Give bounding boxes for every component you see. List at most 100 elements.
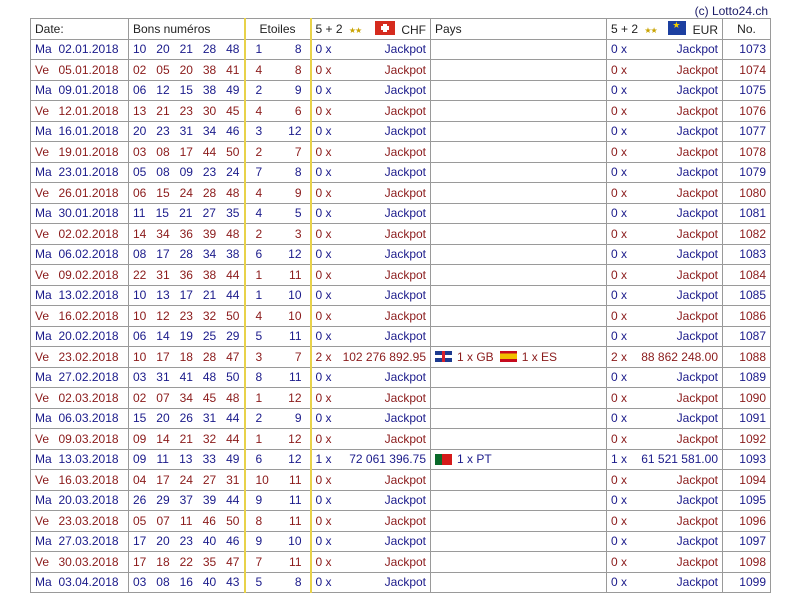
draw-number: 1096 — [722, 510, 771, 532]
chf-amount: Jackpot — [384, 493, 426, 508]
lucky-stars: 1 11 — [243, 264, 312, 286]
header-eur: 5 + 2 ★★ EUR — [606, 18, 723, 40]
winning-number: 15 — [156, 185, 170, 200]
eur-amount: Jackpot — [676, 411, 718, 426]
winning-number: 10 — [133, 42, 147, 57]
lucky-star: 9 — [294, 185, 302, 200]
draw-date: 16.03.2018 — [54, 469, 129, 491]
lucky-star: 12 — [288, 247, 302, 262]
winning-number: 22 — [179, 554, 193, 569]
winning-number: 14 — [133, 226, 147, 241]
eur-amount: Jackpot — [676, 103, 718, 118]
header-numbers: Bons numéros — [128, 18, 245, 40]
winning-number: 44 — [226, 267, 240, 282]
draw-day: Ve — [30, 510, 55, 532]
winning-numbers: 05 07 11 46 50 — [128, 510, 245, 532]
eu-flag-icon — [668, 20, 687, 35]
lucky-star: 12 — [288, 124, 302, 139]
winning-number: 07 — [156, 513, 170, 528]
lucky-stars: 3 12 — [243, 120, 312, 142]
lucky-star: 7 — [255, 165, 263, 180]
draw-number: 1083 — [722, 243, 771, 265]
winning-number: 48 — [226, 390, 240, 405]
lucky-stars: 6 12 — [243, 448, 312, 470]
winning-number: 31 — [179, 124, 193, 139]
chf-prize: 0 x Jackpot — [310, 387, 431, 409]
lucky-star: 11 — [289, 329, 302, 344]
chf-prize: 0 x Jackpot — [310, 530, 431, 552]
eur-prize: 0 x Jackpot — [606, 530, 723, 552]
chf-prize: 0 x Jackpot — [310, 571, 431, 593]
draw-number: 1084 — [722, 264, 771, 286]
winning-number: 17 — [133, 554, 147, 569]
winning-number: 19 — [179, 329, 193, 344]
eur-amount: Jackpot — [676, 390, 718, 405]
gb-flag-icon — [435, 351, 452, 363]
draw-number: 1095 — [722, 489, 771, 511]
chf-winner-count: 2 x — [315, 349, 332, 364]
winner-country: 1 x ES — [521, 349, 558, 364]
winning-numbers: 09 11 13 33 49 — [128, 448, 245, 470]
eur-amount: 61 521 581.00 — [641, 452, 718, 467]
winning-number: 17 — [156, 247, 170, 262]
draw-row: Ve 02.02.2018 14 34 36 39 48 2 3 0 x Jackpot 0 x Jac… — [30, 223, 771, 245]
winning-numbers: 13 21 23 30 45 — [128, 100, 245, 122]
chf-prize: 0 x Jackpot — [310, 182, 431, 204]
winning-number: 20 — [156, 42, 170, 57]
draw-date: 16.02.2018 — [54, 305, 129, 327]
winning-numbers: 02 05 20 38 41 — [128, 59, 245, 81]
lucky-star: 9 — [294, 83, 302, 98]
draw-date: 23.03.2018 — [54, 510, 129, 532]
chf-prize: 0 x Jackpot — [310, 79, 431, 101]
eur-prize: 0 x Jackpot — [606, 387, 723, 409]
eur-amount: Jackpot — [676, 575, 718, 590]
winning-number: 08 — [156, 165, 170, 180]
eur-winner-count: 0 x — [611, 554, 628, 569]
eur-winner-count: 0 x — [611, 247, 628, 262]
winning-number: 22 — [133, 267, 147, 282]
chf-winner-count: 0 x — [315, 247, 332, 262]
winning-number: 31 — [156, 370, 170, 385]
winning-number: 46 — [202, 513, 216, 528]
lucky-stars: 29 — [243, 79, 312, 101]
chf-amount: Jackpot — [384, 554, 426, 569]
chf-winner-count: 0 x — [315, 472, 332, 487]
winning-number: 23 — [202, 165, 217, 180]
winner-countries — [430, 305, 607, 327]
winning-number: 36 — [179, 267, 193, 282]
eur-amount: Jackpot — [676, 267, 718, 282]
header-row: Date: Bons numéros Etoiles 5 + 2 ★★ CHF … — [30, 18, 771, 40]
winning-number: 31 — [202, 411, 217, 426]
draw-row: Ma 20.02.2018 06 14 19 25 29 5 11 0 x Jackpot 0 x Ja… — [30, 325, 771, 347]
chf-amount: Jackpot — [384, 308, 426, 323]
winning-numbers: 10 13 17 21 44 — [128, 284, 245, 306]
winner-countries — [430, 59, 607, 81]
chf-amount: Jackpot — [384, 226, 426, 241]
draw-number: 1091 — [722, 407, 771, 429]
draw-row: Ve 19.01.2018 03 08 17 44 50 2 7 0 x Jackpot 0 x Jac… — [30, 141, 771, 163]
winner-countries — [430, 182, 607, 204]
winning-number: 34 — [156, 226, 170, 241]
draw-date: 02.03.2018 — [54, 387, 129, 409]
eur-prize: 0 x Jackpot — [606, 100, 723, 122]
draw-date: 09.02.2018 — [54, 264, 129, 286]
eur-amount: 88 862 248.00 — [641, 349, 718, 364]
lucky-star: 4 — [255, 62, 263, 77]
winning-numbers: 20 23 31 34 46 — [128, 120, 245, 142]
draw-number: 1077 — [722, 120, 771, 142]
chf-amount: Jackpot — [384, 513, 426, 528]
draw-row: Ma 03.04.2018 03 08 16 40 43 5 8 0 x Jackpot 0 x Jac… — [30, 571, 771, 593]
chf-amount: Jackpot — [384, 247, 426, 262]
lucky-star: 9 — [255, 493, 263, 508]
winning-numbers: 15 20 26 31 44 — [128, 407, 245, 429]
chf-winner-count: 0 x — [315, 83, 332, 98]
lucky-stars: 45 — [243, 202, 312, 224]
eur-amount: Jackpot — [676, 554, 718, 569]
winning-number: 24 — [179, 185, 193, 200]
draw-day: Ma — [30, 120, 55, 142]
winning-number: 48 — [226, 226, 240, 241]
winning-number: 23 — [179, 534, 193, 549]
eur-amount: Jackpot — [676, 185, 718, 200]
draw-day: Ve — [30, 141, 55, 163]
lucky-star: 3 — [255, 349, 263, 364]
